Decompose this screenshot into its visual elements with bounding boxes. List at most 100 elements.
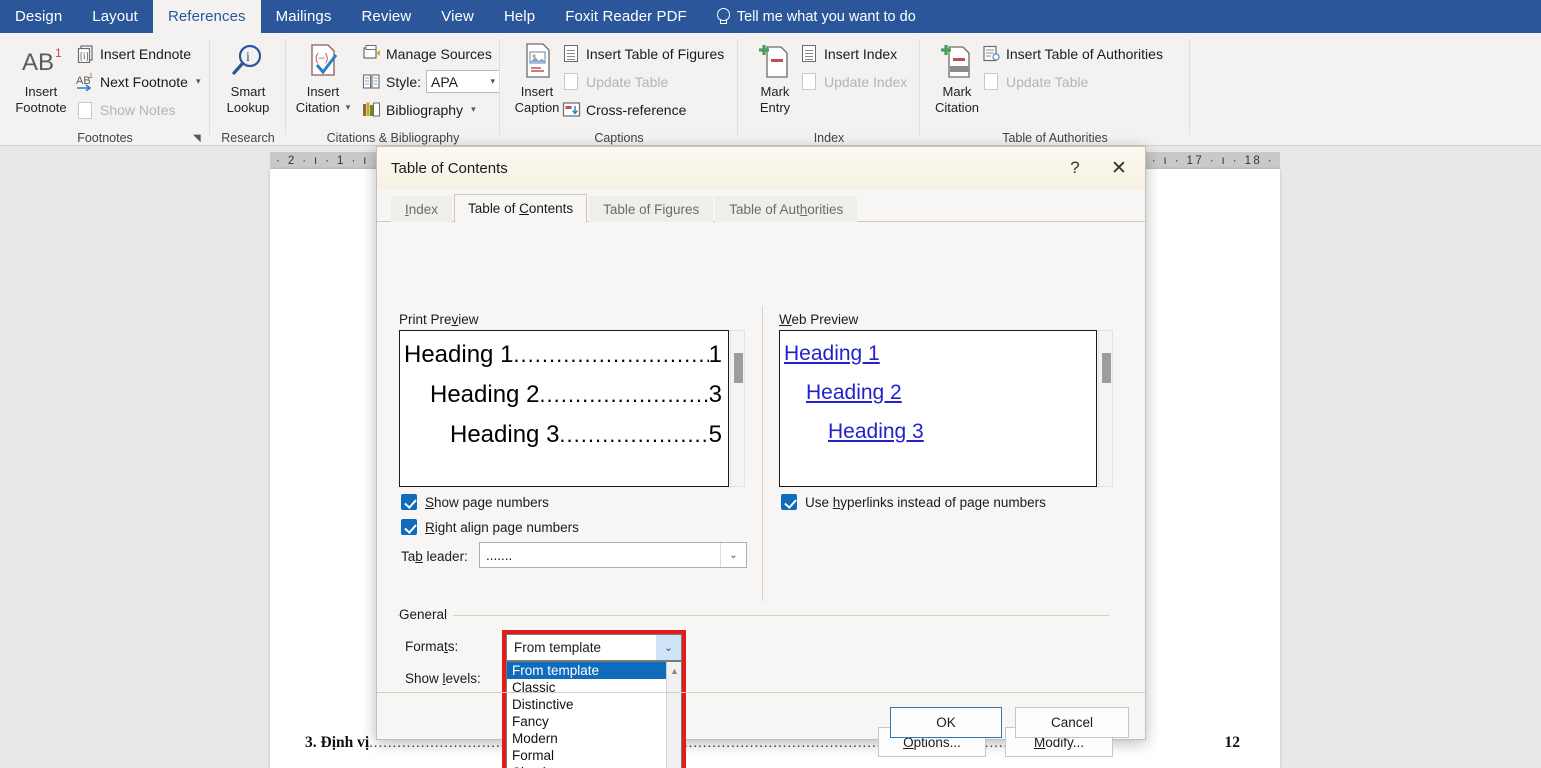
show-notes-button[interactable]: Show Notes xyxy=(76,97,175,122)
insert-table-of-authorities-button[interactable]: Insert Table of Authorities xyxy=(982,41,1163,66)
print-preview-page-1: 1 xyxy=(709,335,722,375)
print-preview-line-2: Heading 2 ..............................… xyxy=(400,375,728,415)
insert-index-button[interactable]: Insert Index xyxy=(800,41,897,66)
ribbon-group-research: i Smart Lookup Research xyxy=(210,33,286,146)
ruler-left-marks: · 2 · ı · 1 · ı · xyxy=(276,155,381,167)
scrollbar-thumb[interactable] xyxy=(734,353,743,383)
ribbon-tab-design[interactable]: Design xyxy=(0,0,77,33)
ribbon-tab-review[interactable]: Review xyxy=(346,0,426,33)
formats-list-scrollbar[interactable]: ▲ ▼ xyxy=(666,662,681,768)
manage-sources-label: Manage Sources xyxy=(386,46,492,62)
tab-leader-label: Tab leader: xyxy=(401,549,468,564)
ok-button[interactable]: OK xyxy=(890,707,1002,738)
smart-lookup-button[interactable]: i Smart Lookup xyxy=(211,38,285,115)
formats-label: Formats: xyxy=(405,639,458,654)
document-toc-heading: 3. Định vị xyxy=(305,734,369,752)
update-table-authorities-button[interactable]: Update Table xyxy=(982,69,1088,94)
ribbon-tab-mailings[interactable]: Mailings xyxy=(261,0,347,33)
formats-option-fancy[interactable]: Fancy xyxy=(507,713,681,730)
formats-value: From template xyxy=(507,640,656,655)
show-page-numbers-checkbox[interactable]: Show page numbers xyxy=(401,494,549,510)
dialog-body: Print Preview Heading 1 ................… xyxy=(377,222,1145,741)
insert-citation-button[interactable]: (–) Insert Citation ▾ xyxy=(286,38,360,115)
bibliography-icon xyxy=(362,100,381,119)
print-preview-heading-2: Heading 2 xyxy=(430,375,539,415)
mark-citation-label-1: Mark xyxy=(943,84,972,100)
chevron-down-icon[interactable]: ⌄ xyxy=(720,543,746,567)
bibliography-chevron-down-icon[interactable]: ▾ xyxy=(471,104,476,115)
insert-footnote-icon: AB 1 xyxy=(18,38,64,84)
update-index-button[interactable]: Update Index xyxy=(800,69,907,94)
formats-option-from-template[interactable]: From template xyxy=(507,662,666,679)
insert-citation-label-2-row: Citation ▾ xyxy=(296,100,351,116)
print-preview-line-3: Heading 3 ...................... 5 xyxy=(400,415,728,455)
formats-dropdown-list[interactable]: From template Classic Distinctive Fancy … xyxy=(506,661,682,768)
ribbon-group-label-table-of-authorities: Table of Authorities xyxy=(920,131,1190,145)
dialog-tab-table-of-contents[interactable]: Table of Contents xyxy=(454,194,587,222)
insert-footnote-label-2: Footnote xyxy=(15,100,66,116)
update-table-figures-button[interactable]: Update Table xyxy=(562,69,668,94)
insert-citation-chevron-down-icon[interactable]: ▾ xyxy=(346,100,351,116)
ribbon-tab-help[interactable]: Help xyxy=(489,0,550,33)
web-preview-scrollbar[interactable] xyxy=(1098,330,1113,487)
update-index-icon xyxy=(800,72,819,91)
print-preview-scrollbar[interactable] xyxy=(730,330,745,487)
ribbon-tab-references[interactable]: References xyxy=(153,0,261,33)
right-align-page-numbers-label: Right align page numbers xyxy=(425,520,579,535)
next-footnote-button[interactable]: AB 1 Next Footnote ▾ xyxy=(76,69,200,94)
formats-option-distinctive[interactable]: Distinctive xyxy=(507,696,681,713)
print-preview-leader-2: .................................. xyxy=(539,375,708,415)
cancel-button-label: Cancel xyxy=(1051,715,1093,730)
manage-sources-button[interactable]: Manage Sources xyxy=(362,41,492,66)
ribbon-tab-foxit-reader-pdf[interactable]: Foxit Reader PDF xyxy=(550,0,702,33)
cross-reference-button[interactable]: Cross-reference xyxy=(562,97,686,122)
scroll-down-icon[interactable]: ▼ xyxy=(667,764,682,768)
citation-style-row[interactable]: Style: APA ▾ xyxy=(362,69,500,94)
ribbon-group-label-captions: Captions xyxy=(500,131,738,145)
ribbon-tab-view[interactable]: View xyxy=(426,0,489,33)
next-footnote-chevron-down-icon[interactable]: ▾ xyxy=(196,76,201,87)
update-table-icon xyxy=(982,72,1001,91)
footnotes-dialog-launcher-icon[interactable]: ◥ xyxy=(193,133,204,144)
use-hyperlinks-checkbox[interactable]: Use hyperlinks instead of page numbers xyxy=(781,494,1046,510)
checkbox-box[interactable] xyxy=(781,494,797,510)
formats-option-modern[interactable]: Modern xyxy=(507,730,681,747)
scroll-up-icon[interactable]: ▲ xyxy=(667,663,682,678)
web-preview-box: Heading 1 Heading 2 Heading 3 xyxy=(779,330,1097,487)
dialog-tab-table-of-authorities[interactable]: Table of Authorities xyxy=(715,196,857,222)
formats-option-formal[interactable]: Formal xyxy=(507,747,681,764)
insert-index-icon xyxy=(800,44,819,63)
general-section-rule xyxy=(397,615,1109,616)
checkbox-box[interactable] xyxy=(401,494,417,510)
insert-caption-label-1: Insert xyxy=(521,84,554,100)
ribbon-tab-layout[interactable]: Layout xyxy=(77,0,153,33)
formats-combobox[interactable]: From template ⌄ xyxy=(506,634,682,661)
dialog-tab-table-of-figures[interactable]: Table of Figures xyxy=(589,196,713,222)
citation-style-chevron-down-icon[interactable]: ▾ xyxy=(490,76,495,87)
bibliography-button[interactable]: Bibliography ▾ xyxy=(362,97,476,122)
web-preview-heading-3: Heading 3 xyxy=(780,412,1096,451)
insert-endnote-button[interactable]: [i] Insert Endnote xyxy=(76,41,191,66)
ribbon-group-citations-bibliography: (–) Insert Citation ▾ xyxy=(286,33,500,146)
tab-leader-select[interactable]: ....... ⌄ xyxy=(479,542,747,568)
formats-option-classic[interactable]: Classic xyxy=(507,679,681,696)
insert-footnote-button[interactable]: AB 1 Insert Footnote xyxy=(4,38,78,115)
tell-me-search[interactable]: Tell me what you want to do xyxy=(702,0,930,33)
citation-style-select[interactable]: APA ▾ xyxy=(426,70,500,93)
use-hyperlinks-label: Use hyperlinks instead of page numbers xyxy=(805,495,1046,510)
print-preview-heading-1: Heading 1 xyxy=(404,335,513,375)
dialog-title-bar[interactable]: Table of Contents ? ✕ xyxy=(377,147,1145,189)
right-align-page-numbers-checkbox[interactable]: Right align page numbers xyxy=(401,519,579,535)
next-footnote-label: Next Footnote xyxy=(100,74,188,90)
formats-option-simple[interactable]: Simple xyxy=(507,764,681,768)
help-icon[interactable]: ? xyxy=(1053,148,1097,188)
cancel-button[interactable]: Cancel xyxy=(1015,707,1129,738)
insert-caption-label-2: Caption xyxy=(515,100,560,116)
checkbox-box[interactable] xyxy=(401,519,417,535)
scrollbar-thumb[interactable] xyxy=(1102,353,1111,383)
dialog-tab-index[interactable]: IIndexndex xyxy=(391,196,452,222)
close-icon[interactable]: ✕ xyxy=(1097,148,1141,188)
chevron-down-icon[interactable]: ⌄ xyxy=(656,635,681,660)
mark-entry-icon xyxy=(755,38,795,84)
insert-table-of-figures-button[interactable]: Insert Table of Figures xyxy=(562,41,724,66)
